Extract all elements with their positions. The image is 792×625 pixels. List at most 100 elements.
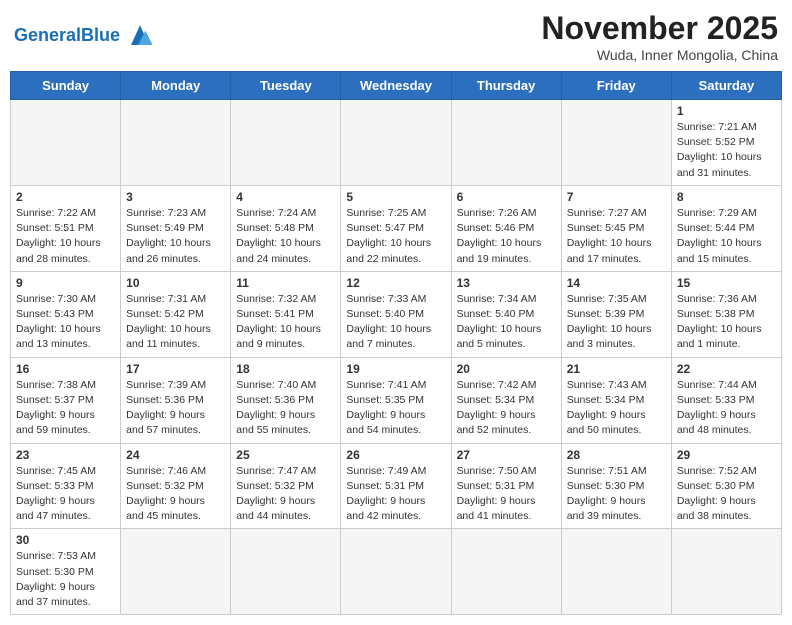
day-number: 13 [457, 276, 556, 290]
sunset: Sunset: 5:40 PM [346, 308, 424, 320]
day-number: 14 [567, 276, 666, 290]
daylight: Daylight: 9 hours and 45 minutes. [126, 495, 205, 522]
empty-cell [451, 529, 561, 615]
day-number: 9 [16, 276, 115, 290]
day-15: 15 Sunrise: 7:36 AM Sunset: 5:38 PM Dayl… [671, 271, 781, 357]
logo-text: GeneralBlue [14, 26, 120, 46]
day-number: 21 [567, 362, 666, 376]
sunrise: Sunrise: 7:25 AM [346, 207, 426, 219]
month-title: November 2025 [541, 10, 778, 47]
day-number: 8 [677, 190, 776, 204]
sunset: Sunset: 5:38 PM [677, 308, 755, 320]
sunset: Sunset: 5:32 PM [126, 480, 204, 492]
day-11: 11 Sunrise: 7:32 AM Sunset: 5:41 PM Dayl… [231, 271, 341, 357]
empty-cell [121, 100, 231, 186]
sunset: Sunset: 5:31 PM [457, 480, 535, 492]
day-number: 16 [16, 362, 115, 376]
day-info: Sunrise: 7:27 AM Sunset: 5:45 PM Dayligh… [567, 206, 666, 267]
sunrise: Sunrise: 7:44 AM [677, 379, 757, 391]
sunrise: Sunrise: 7:51 AM [567, 465, 647, 477]
header-friday: Friday [561, 72, 671, 100]
day-number: 27 [457, 448, 556, 462]
empty-cell [341, 529, 451, 615]
sunset: Sunset: 5:30 PM [567, 480, 645, 492]
day-number: 1 [677, 104, 776, 118]
day-info: Sunrise: 7:31 AM Sunset: 5:42 PM Dayligh… [126, 292, 225, 353]
sunset: Sunset: 5:33 PM [677, 394, 755, 406]
day-2: 2 Sunrise: 7:22 AM Sunset: 5:51 PM Dayli… [11, 185, 121, 271]
day-28: 28 Sunrise: 7:51 AM Sunset: 5:30 PM Dayl… [561, 443, 671, 529]
day-number: 25 [236, 448, 335, 462]
sunrise: Sunrise: 7:52 AM [677, 465, 757, 477]
day-info: Sunrise: 7:41 AM Sunset: 5:35 PM Dayligh… [346, 378, 445, 439]
day-5: 5 Sunrise: 7:25 AM Sunset: 5:47 PM Dayli… [341, 185, 451, 271]
sunrise: Sunrise: 7:47 AM [236, 465, 316, 477]
sunset: Sunset: 5:44 PM [677, 222, 755, 234]
empty-cell [121, 529, 231, 615]
daylight: Daylight: 9 hours and 39 minutes. [567, 495, 646, 522]
sunset: Sunset: 5:33 PM [16, 480, 94, 492]
day-info: Sunrise: 7:22 AM Sunset: 5:51 PM Dayligh… [16, 206, 115, 267]
day-3: 3 Sunrise: 7:23 AM Sunset: 5:49 PM Dayli… [121, 185, 231, 271]
title-block: November 2025 Wuda, Inner Mongolia, Chin… [541, 10, 778, 63]
day-12: 12 Sunrise: 7:33 AM Sunset: 5:40 PM Dayl… [341, 271, 451, 357]
day-info: Sunrise: 7:21 AM Sunset: 5:52 PM Dayligh… [677, 120, 776, 181]
day-number: 19 [346, 362, 445, 376]
daylight: Daylight: 9 hours and 57 minutes. [126, 409, 205, 436]
calendar-row-2: 2 Sunrise: 7:22 AM Sunset: 5:51 PM Dayli… [11, 185, 782, 271]
daylight: Daylight: 10 hours and 9 minutes. [236, 323, 321, 350]
day-info: Sunrise: 7:50 AM Sunset: 5:31 PM Dayligh… [457, 464, 556, 525]
sunset: Sunset: 5:36 PM [236, 394, 314, 406]
day-number: 26 [346, 448, 445, 462]
empty-cell [231, 100, 341, 186]
sunrise: Sunrise: 7:53 AM [16, 550, 96, 562]
header-tuesday: Tuesday [231, 72, 341, 100]
sunset: Sunset: 5:43 PM [16, 308, 94, 320]
empty-cell [231, 529, 341, 615]
sunrise: Sunrise: 7:35 AM [567, 293, 647, 305]
daylight: Daylight: 9 hours and 42 minutes. [346, 495, 425, 522]
daylight: Daylight: 10 hours and 26 minutes. [126, 237, 211, 264]
day-19: 19 Sunrise: 7:41 AM Sunset: 5:35 PM Dayl… [341, 357, 451, 443]
sunset: Sunset: 5:48 PM [236, 222, 314, 234]
day-23: 23 Sunrise: 7:45 AM Sunset: 5:33 PM Dayl… [11, 443, 121, 529]
day-number: 17 [126, 362, 225, 376]
day-info: Sunrise: 7:36 AM Sunset: 5:38 PM Dayligh… [677, 292, 776, 353]
day-info: Sunrise: 7:42 AM Sunset: 5:34 PM Dayligh… [457, 378, 556, 439]
day-info: Sunrise: 7:26 AM Sunset: 5:46 PM Dayligh… [457, 206, 556, 267]
calendar-row-6: 30 Sunrise: 7:53 AM Sunset: 5:30 PM Dayl… [11, 529, 782, 615]
day-number: 22 [677, 362, 776, 376]
day-number: 5 [346, 190, 445, 204]
day-info: Sunrise: 7:39 AM Sunset: 5:36 PM Dayligh… [126, 378, 225, 439]
day-14: 14 Sunrise: 7:35 AM Sunset: 5:39 PM Dayl… [561, 271, 671, 357]
sunrise: Sunrise: 7:21 AM [677, 121, 757, 133]
calendar-row-1: 1 Sunrise: 7:21 AM Sunset: 5:52 PM Dayli… [11, 100, 782, 186]
calendar-row-4: 16 Sunrise: 7:38 AM Sunset: 5:37 PM Dayl… [11, 357, 782, 443]
weekday-header-row: Sunday Monday Tuesday Wednesday Thursday… [11, 72, 782, 100]
sunrise: Sunrise: 7:43 AM [567, 379, 647, 391]
sunset: Sunset: 5:40 PM [457, 308, 535, 320]
day-6: 6 Sunrise: 7:26 AM Sunset: 5:46 PM Dayli… [451, 185, 561, 271]
empty-cell [341, 100, 451, 186]
page-header: GeneralBlue November 2025 Wuda, Inner Mo… [10, 10, 782, 63]
daylight: Daylight: 10 hours and 3 minutes. [567, 323, 652, 350]
sunrise: Sunrise: 7:33 AM [346, 293, 426, 305]
header-sunday: Sunday [11, 72, 121, 100]
sunrise: Sunrise: 7:45 AM [16, 465, 96, 477]
daylight: Daylight: 9 hours and 54 minutes. [346, 409, 425, 436]
daylight: Daylight: 9 hours and 37 minutes. [16, 581, 95, 608]
day-16: 16 Sunrise: 7:38 AM Sunset: 5:37 PM Dayl… [11, 357, 121, 443]
day-21: 21 Sunrise: 7:43 AM Sunset: 5:34 PM Dayl… [561, 357, 671, 443]
day-number: 3 [126, 190, 225, 204]
sunset: Sunset: 5:51 PM [16, 222, 94, 234]
day-25: 25 Sunrise: 7:47 AM Sunset: 5:32 PM Dayl… [231, 443, 341, 529]
day-info: Sunrise: 7:45 AM Sunset: 5:33 PM Dayligh… [16, 464, 115, 525]
day-info: Sunrise: 7:24 AM Sunset: 5:48 PM Dayligh… [236, 206, 335, 267]
day-number: 28 [567, 448, 666, 462]
day-13: 13 Sunrise: 7:34 AM Sunset: 5:40 PM Dayl… [451, 271, 561, 357]
day-17: 17 Sunrise: 7:39 AM Sunset: 5:36 PM Dayl… [121, 357, 231, 443]
daylight: Daylight: 9 hours and 50 minutes. [567, 409, 646, 436]
sunset: Sunset: 5:35 PM [346, 394, 424, 406]
empty-cell [561, 529, 671, 615]
day-30: 30 Sunrise: 7:53 AM Sunset: 5:30 PM Dayl… [11, 529, 121, 615]
